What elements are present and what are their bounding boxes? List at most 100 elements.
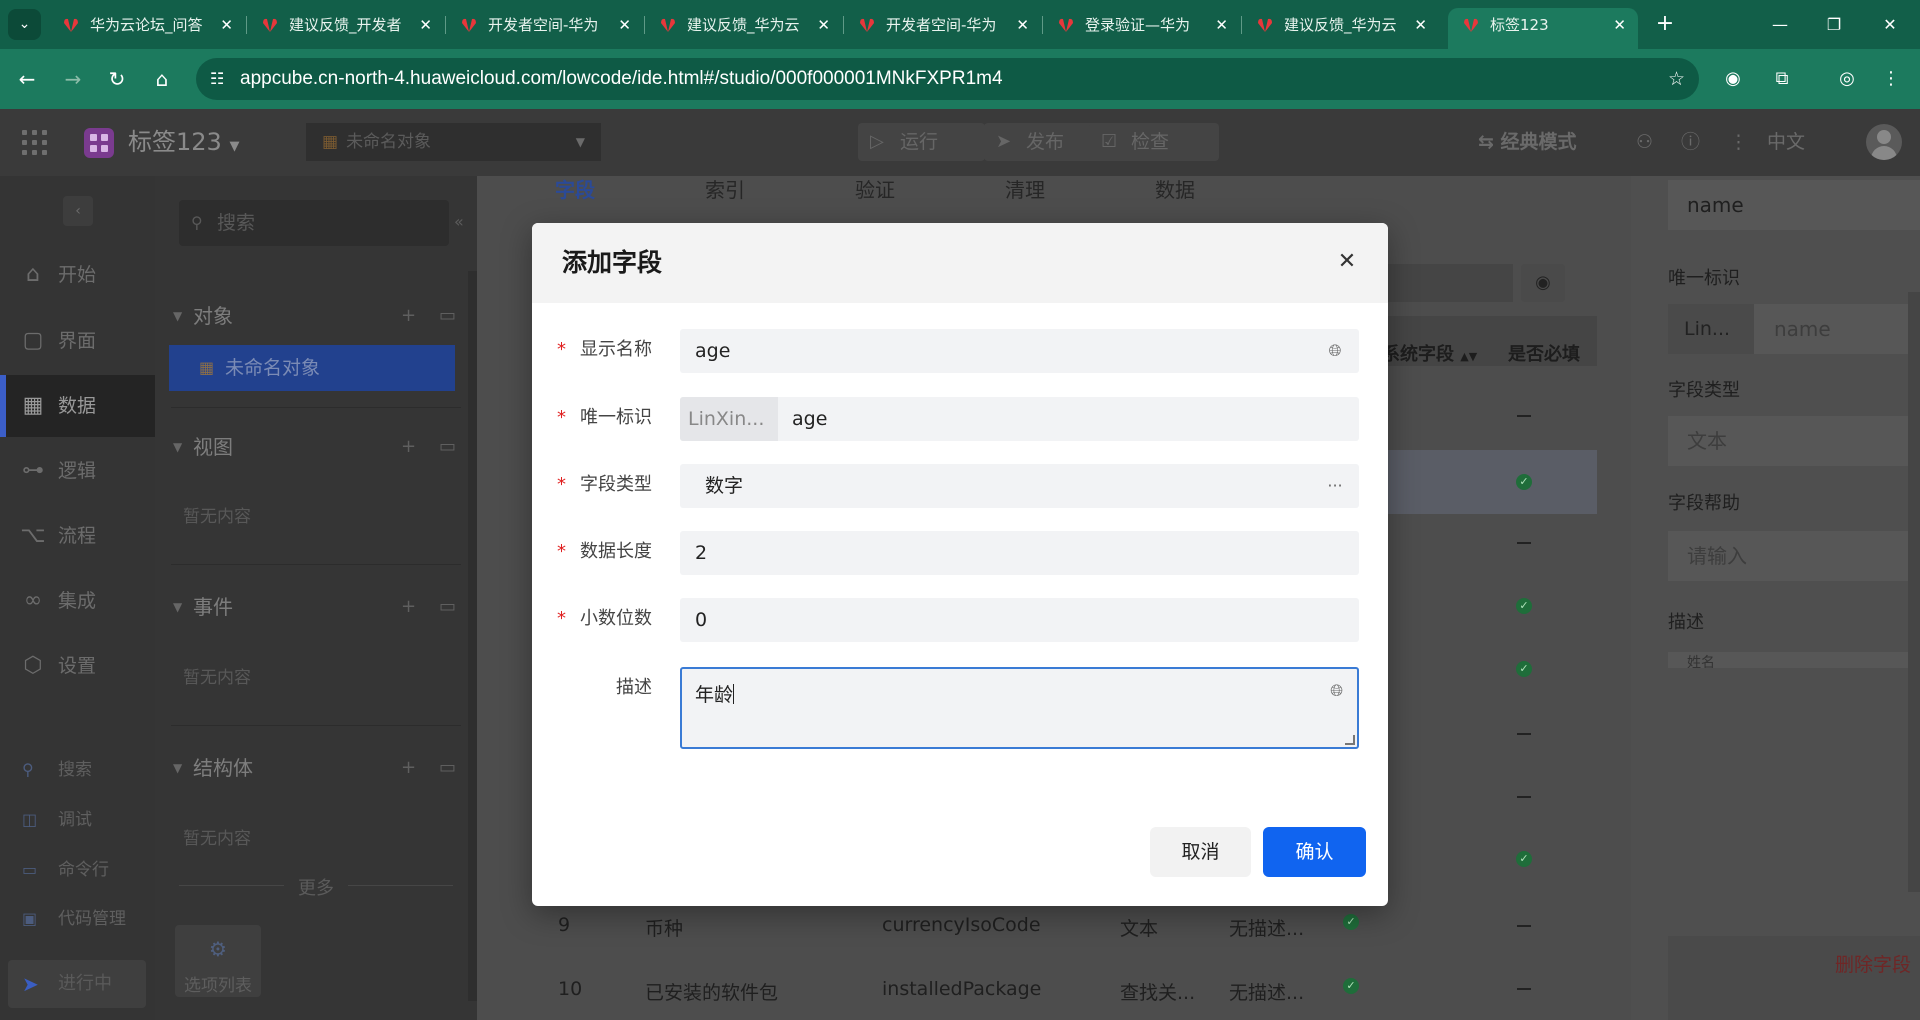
browser-tab-4[interactable]: 建议反馈_华为云 ✕ bbox=[645, 8, 842, 42]
app-name-dropdown[interactable]: 标签123 ▼ bbox=[128, 109, 239, 180]
tree-section-views[interactable]: ▼ 视图 + ▭ bbox=[171, 427, 461, 467]
folder-icon[interactable]: ▭ bbox=[439, 427, 456, 467]
eye-icon[interactable]: ◉ bbox=[1521, 264, 1565, 302]
star-icon[interactable]: ☆ bbox=[1668, 68, 1685, 90]
browser-tab-2[interactable]: 建议反馈_开发者 ✕ bbox=[247, 8, 444, 42]
nav-item-ui[interactable]: ▢ 界面 bbox=[0, 310, 155, 372]
new-tab-button[interactable]: + bbox=[1650, 8, 1680, 40]
nav-item-integration[interactable]: ∞ 集成 bbox=[0, 570, 155, 632]
language-switch[interactable]: 中文 bbox=[1767, 109, 1805, 176]
classic-mode-toggle[interactable]: ⇆ 经典模式 bbox=[1478, 109, 1577, 176]
browser-menu-icon[interactable]: ⋮ bbox=[1875, 63, 1907, 95]
add-icon[interactable]: + bbox=[401, 587, 416, 627]
close-icon[interactable]: ✕ bbox=[1016, 8, 1029, 42]
close-icon[interactable]: ✕ bbox=[1330, 245, 1364, 279]
folder-icon[interactable]: ▭ bbox=[439, 296, 456, 336]
tab-cleanup[interactable]: 清理 bbox=[1005, 176, 1045, 204]
add-icon[interactable]: + bbox=[401, 427, 416, 467]
close-icon[interactable]: ✕ bbox=[1215, 8, 1228, 42]
tab-data[interactable]: 数据 bbox=[1155, 176, 1195, 204]
field-type-select[interactable]: 数字 ··· bbox=[680, 464, 1359, 508]
object-select[interactable]: ▦ 未命名对象 ▼ bbox=[306, 123, 601, 161]
nav-item-logic[interactable]: ⊶ 逻辑 bbox=[0, 440, 155, 502]
delete-field-button[interactable]: 删除字段 bbox=[1835, 950, 1911, 977]
tab-validation[interactable]: 验证 bbox=[855, 176, 895, 204]
decimal-places-input[interactable]: 0 bbox=[680, 598, 1359, 642]
back-button[interactable]: ← bbox=[11, 63, 43, 95]
folder-icon[interactable]: ▭ bbox=[439, 748, 456, 788]
site-info-icon[interactable]: ☷ bbox=[210, 69, 230, 89]
confirm-button[interactable]: 确认 bbox=[1263, 827, 1366, 877]
cookie-extension-icon[interactable]: ◉ bbox=[1717, 63, 1749, 95]
props-scrollbar[interactable] bbox=[1908, 292, 1920, 892]
tree-section-events[interactable]: ▼ 事件 + ▭ bbox=[171, 587, 461, 627]
browser-tab-3[interactable]: 开发者空间-华为 ✕ bbox=[446, 8, 643, 42]
browser-tab-7[interactable]: 建议反馈_华为云 ✕ bbox=[1242, 8, 1439, 42]
tree-search-input[interactable]: ⚲ 搜索 bbox=[179, 200, 449, 246]
globe-icon[interactable]: 🌐︎ bbox=[1330, 681, 1343, 701]
prop-display-name-input[interactable]: name bbox=[1668, 180, 1920, 230]
nav-item-data[interactable]: ▦ 数据 bbox=[0, 375, 155, 437]
tree-section-structs[interactable]: ▼ 结构体 + ▭ bbox=[171, 748, 461, 788]
display-name-input[interactable]: age 🌐︎ bbox=[680, 329, 1359, 373]
tree-section-objects[interactable]: ▼ 对象 + ▭ bbox=[171, 296, 461, 336]
address-bar[interactable]: ☷ appcube.cn-north-4.huaweicloud.com/low… bbox=[196, 58, 1699, 100]
reload-button[interactable]: ↻ bbox=[101, 63, 133, 95]
cancel-button[interactable]: 取消 bbox=[1150, 827, 1251, 877]
browser-tab-6[interactable]: 登录验证—华为 ✕ bbox=[1043, 8, 1240, 42]
close-icon[interactable]: ✕ bbox=[1613, 8, 1626, 42]
column-required[interactable]: 是否必填 bbox=[1508, 340, 1598, 366]
tab-index[interactable]: 索引 bbox=[705, 176, 745, 204]
browser-tab-5[interactable]: 开发者空间-华为 ✕ bbox=[844, 8, 1041, 42]
resize-handle[interactable] bbox=[1345, 735, 1355, 745]
prop-help-input[interactable]: 请输入 bbox=[1668, 531, 1920, 581]
run-button[interactable]: ▷ 运行 bbox=[858, 123, 985, 161]
description-textarea[interactable]: 年龄 🌐︎ bbox=[680, 667, 1359, 749]
close-icon[interactable]: ✕ bbox=[220, 8, 233, 42]
more-horizontal-icon[interactable]: ··· bbox=[1325, 476, 1345, 496]
tab-search-menu[interactable]: ⌄ bbox=[8, 9, 41, 40]
close-icon[interactable]: ✕ bbox=[1414, 8, 1427, 42]
tool-debug[interactable]: ◫ 调试 bbox=[0, 798, 155, 842]
globe-icon[interactable]: 🌐︎ bbox=[1325, 341, 1345, 361]
add-icon[interactable]: + bbox=[401, 296, 416, 336]
column-system-field[interactable]: 系统字段 ▲▼ bbox=[1382, 340, 1477, 366]
check-button[interactable]: ☑ 检查 bbox=[1089, 123, 1219, 161]
tab-fields[interactable]: 字段 bbox=[555, 176, 595, 204]
nav-item-start[interactable]: ⌂ 开始 bbox=[0, 244, 155, 306]
option-list-button[interactable]: ⚙ 选项列表 bbox=[175, 925, 261, 997]
more-link[interactable]: 更多 bbox=[155, 874, 477, 900]
apps-grid-icon[interactable] bbox=[22, 130, 48, 156]
tree-item-unnamed-object[interactable]: ▦ 未命名对象 bbox=[169, 345, 455, 391]
prop-type-input[interactable]: 文本 bbox=[1668, 416, 1920, 466]
running-status-button[interactable]: ➤ 进行中 bbox=[8, 960, 146, 1008]
tool-search[interactable]: ⚲ 搜索 bbox=[0, 748, 155, 792]
help-icon[interactable]: ⓘ bbox=[1681, 109, 1700, 176]
nav-item-settings[interactable]: ⬡ 设置 bbox=[0, 635, 155, 697]
tool-code-management[interactable]: ▣ 代码管理 bbox=[0, 897, 155, 941]
close-icon[interactable]: ✕ bbox=[419, 8, 432, 42]
collapse-nav-button[interactable]: ‹ bbox=[63, 196, 93, 226]
minimize-window-button[interactable]: — bbox=[1752, 0, 1808, 49]
profile-icon[interactable]: ◎ bbox=[1831, 63, 1863, 95]
folder-icon[interactable]: ▭ bbox=[439, 587, 456, 627]
collapse-panel-icon[interactable]: « bbox=[454, 212, 464, 231]
restore-window-button[interactable]: ❐ bbox=[1806, 0, 1862, 49]
sort-icon[interactable]: ▲▼ bbox=[1460, 350, 1477, 363]
add-icon[interactable]: + bbox=[401, 748, 416, 788]
browser-tab-active[interactable]: 标签123 ✕ bbox=[1448, 8, 1638, 49]
avatar[interactable] bbox=[1866, 124, 1902, 160]
team-icon[interactable]: ⚇ bbox=[1636, 109, 1653, 176]
more-vertical-icon[interactable]: ⋮ bbox=[1729, 109, 1748, 176]
unique-id-input[interactable]: LinXin... age bbox=[680, 397, 1359, 441]
close-window-button[interactable]: ✕ bbox=[1862, 0, 1918, 49]
forward-button[interactable]: → bbox=[57, 63, 89, 95]
close-icon[interactable]: ✕ bbox=[817, 8, 830, 42]
close-icon[interactable]: ✕ bbox=[618, 8, 631, 42]
extensions-icon[interactable]: ⧉ bbox=[1766, 63, 1798, 95]
prop-desc-input[interactable]: 姓名 bbox=[1668, 652, 1920, 668]
nav-item-flow[interactable]: ⌥ 流程 bbox=[0, 505, 155, 567]
browser-tab-1[interactable]: 华为云论坛_问答 ✕ bbox=[48, 8, 245, 42]
tool-command-line[interactable]: ▭ 命令行 bbox=[0, 848, 155, 892]
home-button[interactable]: ⌂ bbox=[146, 63, 178, 95]
